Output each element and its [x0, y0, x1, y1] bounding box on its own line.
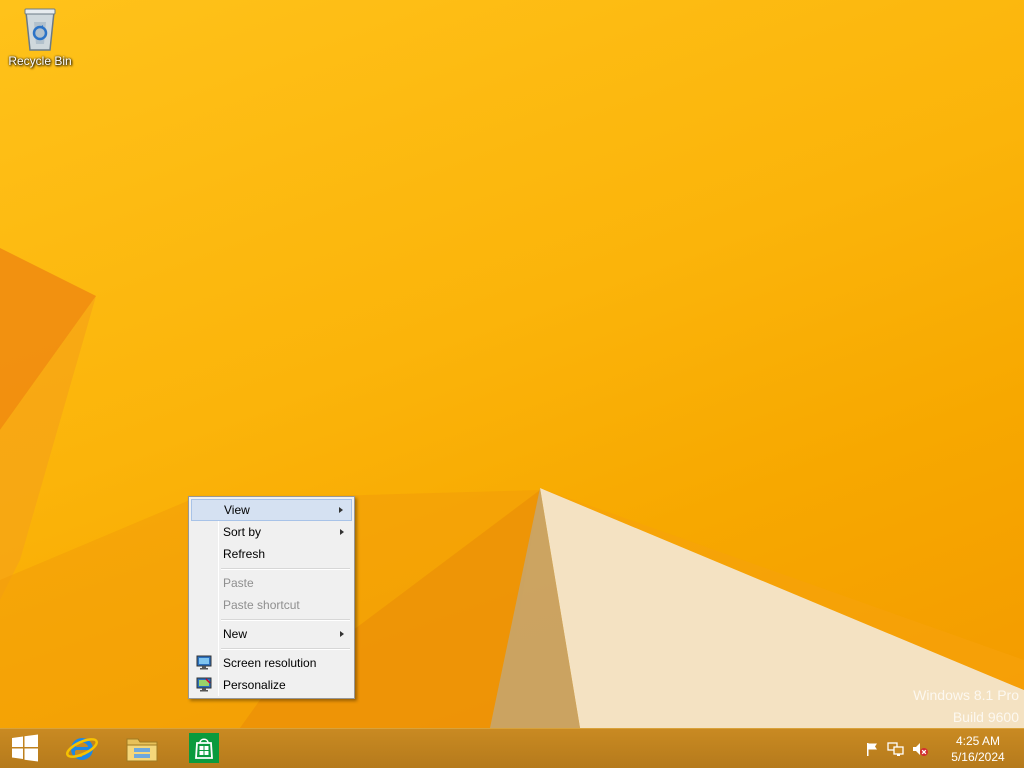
- display-settings-icon: [196, 655, 212, 670]
- taskbar-file-explorer[interactable]: [114, 729, 170, 768]
- menu-item-label: Refresh: [223, 547, 266, 561]
- menu-item-label: Paste: [223, 576, 254, 590]
- submenu-arrow-icon: [340, 631, 344, 637]
- menu-separator: [191, 616, 352, 623]
- menu-item-label: Paste shortcut: [223, 598, 300, 612]
- clock-date: 5/16/2024: [951, 750, 1005, 764]
- desktop-context-menu: View Sort by Refresh Paste Paste shortcu…: [188, 496, 355, 699]
- store-icon: [189, 732, 219, 766]
- system-tray: 4:25 AM 5/16/2024: [860, 729, 1024, 768]
- menu-item-label: View: [224, 503, 250, 517]
- menu-separator: [191, 645, 352, 652]
- taskbar-internet-explorer[interactable]: [54, 729, 110, 768]
- menu-item-screen-resolution[interactable]: Screen resolution: [191, 652, 352, 674]
- recycle-bin-icon: [20, 6, 60, 52]
- menu-item-label: New: [223, 627, 248, 641]
- menu-item-refresh[interactable]: Refresh: [191, 543, 352, 565]
- start-button[interactable]: [0, 729, 50, 768]
- submenu-arrow-icon: [340, 529, 344, 535]
- windows-watermark: Windows 8.1 Pro Build 9600: [913, 684, 1019, 728]
- menu-item-label: Sort by: [223, 525, 262, 539]
- volume-muted-icon[interactable]: [908, 729, 932, 768]
- taskbar-store[interactable]: [176, 729, 232, 768]
- clock-time: 4:25 AM: [955, 734, 1001, 748]
- menu-item-sort-by[interactable]: Sort by: [191, 521, 352, 543]
- watermark-build: Build 9600: [952, 709, 1019, 725]
- menu-item-personalize[interactable]: Personalize: [191, 674, 352, 696]
- submenu-arrow-icon: [339, 507, 343, 513]
- menu-item-view[interactable]: View: [191, 499, 352, 521]
- windows-start-icon: [11, 734, 39, 765]
- menu-item-label: Screen resolution: [223, 656, 317, 670]
- network-icon[interactable]: [884, 729, 908, 768]
- file-explorer-icon: [125, 733, 159, 766]
- menu-item-new[interactable]: New: [191, 623, 352, 645]
- menu-item-paste: Paste: [191, 572, 352, 594]
- taskbar: 4:25 AM 5/16/2024: [0, 728, 1024, 768]
- action-center-flag-icon[interactable]: [860, 729, 884, 768]
- desktop[interactable]: Recycle Bin Windows 8.1 Pro Build 9600 V…: [0, 0, 1024, 728]
- menu-item-paste-shortcut: Paste shortcut: [191, 594, 352, 616]
- desktop-icon-recycle-bin[interactable]: Recycle Bin: [4, 6, 76, 68]
- wallpaper: [0, 248, 1024, 728]
- menu-separator: [191, 565, 352, 572]
- watermark-edition: Windows 8.1 Pro: [913, 687, 1019, 703]
- menu-item-label: Personalize: [223, 678, 286, 692]
- internet-explorer-icon: [65, 732, 99, 767]
- personalize-icon: [196, 677, 212, 692]
- taskbar-clock[interactable]: 4:25 AM 5/16/2024: [932, 733, 1024, 765]
- desktop-icon-label: Recycle Bin: [8, 54, 72, 68]
